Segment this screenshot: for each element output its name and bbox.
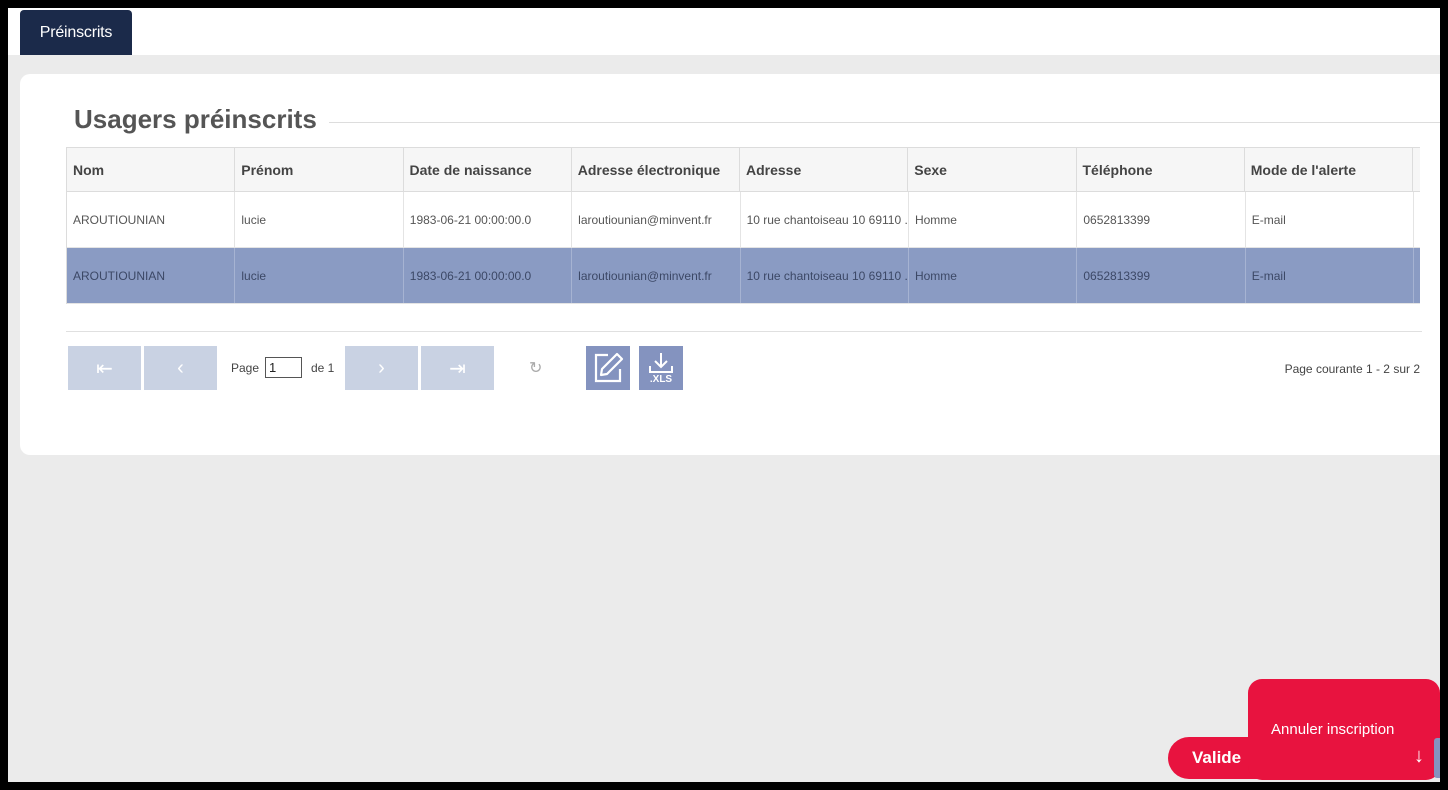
table-row-selected[interactable]: AROUTIOUNIAN lucie 1983-06-21 00:00:00.0… xyxy=(67,248,1420,304)
column-header-adresse[interactable]: Adresse xyxy=(740,148,909,191)
column-header-telephone[interactable]: Téléphone xyxy=(1077,148,1245,191)
annuler-label: Annuler inscription xyxy=(1271,721,1395,738)
first-page-icon: ⇤ xyxy=(96,357,113,380)
pager: ⇤ ‹ Page de 1 › ⇥ ↻ xyxy=(66,346,1426,390)
header-scroll-spacer xyxy=(1413,148,1420,191)
cell-nom: AROUTIOUNIAN xyxy=(67,192,236,247)
cell-sexe: Homme xyxy=(909,192,1078,247)
users-grid: Nom Prénom Date de naissance Adresse éle… xyxy=(66,147,1420,304)
export-xls-button[interactable]: .XLS xyxy=(639,346,683,390)
cell-telephone: 0652813399 xyxy=(1077,192,1246,247)
side-handle[interactable] xyxy=(1434,738,1440,778)
chevron-left-icon: ‹ xyxy=(177,356,184,379)
table-row[interactable]: AROUTIOUNIAN lucie 1983-06-21 00:00:00.0… xyxy=(67,192,1420,248)
valider-label: Valide xyxy=(1192,748,1242,767)
title-divider xyxy=(329,122,1440,123)
top-tab-bar: Préinscrits xyxy=(8,8,1440,55)
chevron-right-icon: › xyxy=(378,356,385,379)
column-header-mode-alerte[interactable]: Mode de l'alerte xyxy=(1245,148,1413,191)
page-info: Page courante 1 - 2 sur 2 xyxy=(1284,362,1420,376)
cell-prenom: lucie xyxy=(235,248,404,303)
xls-label: .XLS xyxy=(649,374,673,385)
page-number-input[interactable] xyxy=(265,357,302,378)
cell-sexe: Homme xyxy=(909,248,1078,303)
cell-date-naissance: 1983-06-21 00:00:00.0 xyxy=(404,192,573,247)
cell-mode-alerte: E-mail xyxy=(1246,192,1415,247)
edit-button[interactable] xyxy=(586,346,630,390)
next-page-button[interactable]: › xyxy=(345,346,418,390)
last-page-icon: ⇥ xyxy=(449,357,466,380)
tab-preinscrits[interactable]: Préinscrits xyxy=(20,10,132,55)
cell-telephone: 0652813399 xyxy=(1077,248,1246,303)
grid-header: Nom Prénom Date de naissance Adresse éle… xyxy=(67,147,1420,192)
prev-page-button[interactable]: ‹ xyxy=(144,346,217,390)
column-header-sexe[interactable]: Sexe xyxy=(908,148,1077,191)
cell-adresse: 10 rue chantoiseau 10 69110 ... xyxy=(741,248,909,303)
cell-adresse: 10 rue chantoiseau 10 69110 ... xyxy=(741,192,909,247)
cell-prenom: lucie xyxy=(235,192,404,247)
edit-icon xyxy=(594,352,624,383)
cell-mode-alerte: E-mail xyxy=(1246,248,1415,303)
cell-nom: AROUTIOUNIAN xyxy=(67,248,236,303)
column-header-nom[interactable]: Nom xyxy=(67,148,236,191)
cell-email: laroutiounian@minvent.fr xyxy=(572,248,741,303)
preinscrits-panel: Usagers préinscrits Nom Prénom Date de n… xyxy=(20,74,1440,455)
cell-email: laroutiounian@minvent.fr xyxy=(572,192,741,247)
column-header-email[interactable]: Adresse électronique xyxy=(572,148,740,191)
page-label: Page xyxy=(231,361,260,375)
page-total-label: de 1 xyxy=(311,361,335,375)
column-header-date-naissance[interactable]: Date de naissance xyxy=(404,148,572,191)
cell-date-naissance: 1983-06-21 00:00:00.0 xyxy=(404,248,573,303)
download-icon xyxy=(649,353,673,373)
arrow-down-icon: ↓ xyxy=(1414,745,1424,767)
first-page-button[interactable]: ⇤ xyxy=(68,346,141,390)
column-header-prenom[interactable]: Prénom xyxy=(235,148,404,191)
last-page-button[interactable]: ⇥ xyxy=(421,346,494,390)
app-viewport: Préinscrits Usagers préinscrits Nom Prén… xyxy=(8,8,1440,782)
refresh-icon[interactable]: ↻ xyxy=(529,358,542,378)
pager-divider xyxy=(66,331,1422,332)
annuler-inscription-button[interactable]: Annuler inscription ↓ xyxy=(1248,679,1440,780)
page-title: Usagers préinscrits xyxy=(74,104,317,134)
